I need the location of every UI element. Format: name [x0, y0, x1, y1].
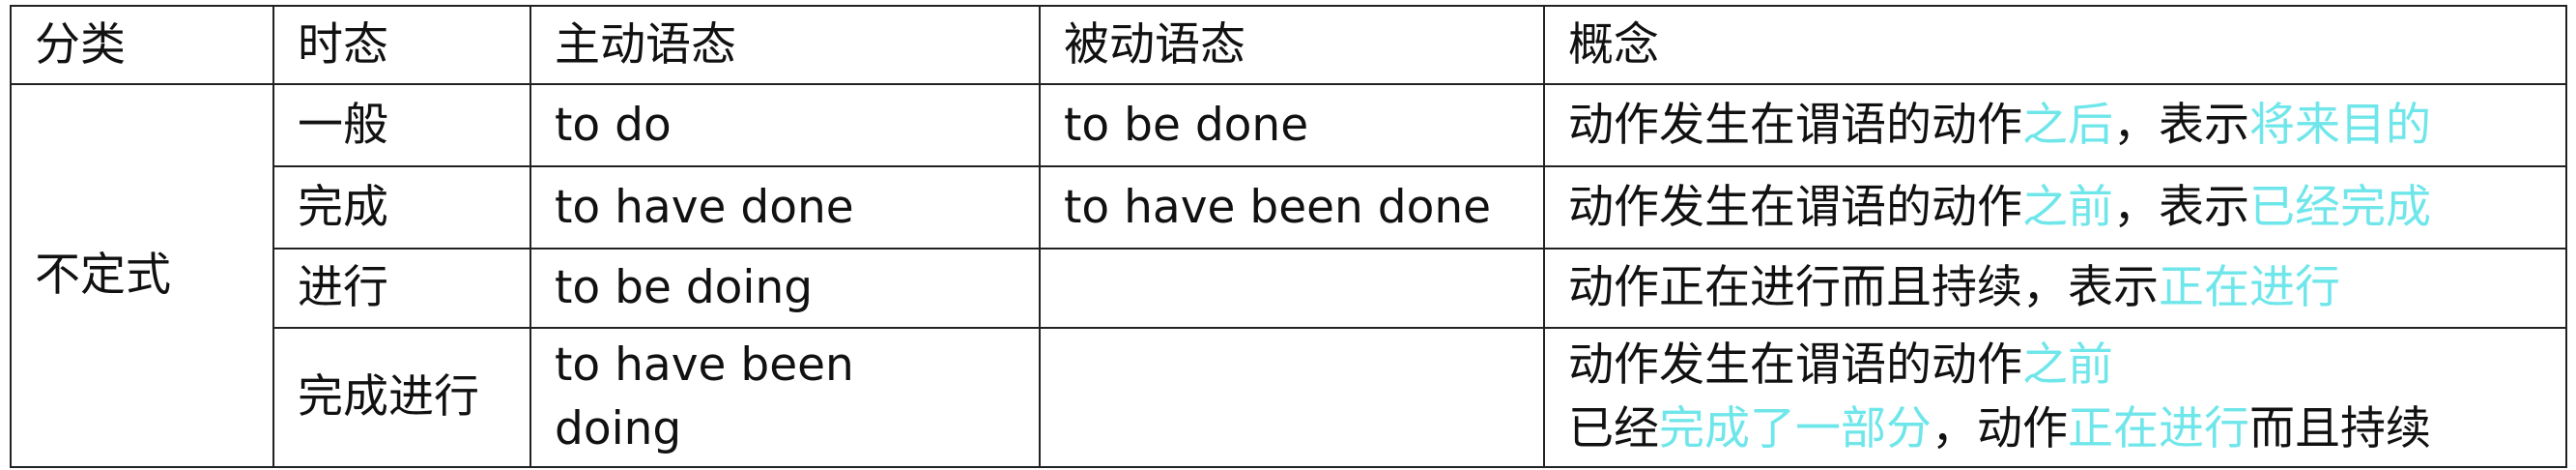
highlighted-text: 完成了一部分	[1659, 402, 1932, 455]
concept-text: 动作发生在谓语的动作	[1568, 98, 2022, 152]
passive-voice-cell	[1039, 327, 1545, 468]
table-row: 不定式 一般 to do to be done 动作发生在谓语的动作之后，表示将…	[10, 83, 2567, 468]
highlighted-text: 正在进行	[2068, 402, 2249, 455]
concept-text: ，动作	[1932, 402, 2068, 455]
header-active-voice: 主动语态	[530, 5, 1041, 85]
highlighted-text: 之前	[2022, 180, 2113, 234]
concept-text: 动作发生在谓语的动作	[1568, 180, 2022, 234]
passive-voice-cell: to be done	[1039, 83, 1545, 167]
concept-text: 已经	[1568, 402, 1659, 455]
table-row: 完成进行 to have been doing 动作发生在谓语的动作之前 已经完…	[11, 327, 2567, 468]
tense-cell: 完成进行	[272, 327, 531, 468]
concept-text: 动作发生在谓语的动作	[1568, 338, 2022, 392]
concept-text: 而且持续	[2249, 402, 2431, 455]
active-voice-cell: to have been doing	[530, 327, 1041, 468]
table-header-row: 分类 时态 主动语态 被动语态 概念	[10, 5, 2567, 85]
active-voice-line: to have been	[555, 338, 854, 392]
highlighted-text: 将来目的	[2249, 98, 2431, 152]
header-passive-voice: 被动语态	[1039, 5, 1545, 85]
highlighted-text: 正在进行	[2159, 261, 2340, 314]
table-row: 完成 to have done to have been done 动作发生在谓…	[11, 165, 2567, 250]
active-voice-cell: to be doing	[530, 248, 1041, 329]
concept-text: ，表示	[2113, 180, 2249, 234]
highlighted-text: 之后	[2022, 98, 2113, 152]
tense-cell: 完成	[272, 165, 531, 250]
concept-text: 动作正在进行而且持续，表示	[1568, 261, 2159, 314]
highlighted-text: 已经完成	[2249, 180, 2431, 234]
tense-cell: 一般	[272, 83, 531, 167]
active-voice-cell: to do	[530, 83, 1041, 167]
passive-voice-cell: to have been done	[1039, 165, 1545, 250]
concept-cell: 动作发生在谓语的动作之前 已经完成了一部分，动作正在进行而且持续	[1543, 327, 2567, 468]
concept-cell: 动作正在进行而且持续，表示正在进行	[1543, 248, 2567, 329]
infinitive-tense-table: 分类 时态 主动语态 被动语态 概念 不定式 一般 to do to be do…	[10, 5, 2567, 468]
passive-voice-cell	[1039, 248, 1545, 329]
concept-line: 动作发生在谓语的动作之前	[1568, 334, 2564, 397]
table-row: 进行 to be doing 动作正在进行而且持续，表示正在进行	[11, 248, 2567, 329]
concept-cell: 动作发生在谓语的动作之后，表示将来目的	[1543, 83, 2567, 167]
header-tense: 时态	[272, 5, 531, 85]
concept-cell: 动作发生在谓语的动作之前，表示已经完成	[1543, 165, 2567, 250]
tense-cell: 进行	[272, 248, 531, 329]
concept-text: ，表示	[2113, 98, 2249, 152]
concept-line: 已经完成了一部分，动作正在进行而且持续	[1568, 397, 2564, 461]
header-concept: 概念	[1543, 5, 2567, 85]
header-category: 分类	[10, 5, 274, 85]
active-voice-line: doing	[555, 402, 682, 455]
highlighted-text: 之前	[2022, 338, 2113, 392]
active-voice-cell: to have done	[530, 165, 1041, 250]
category-cell: 不定式	[10, 83, 274, 468]
